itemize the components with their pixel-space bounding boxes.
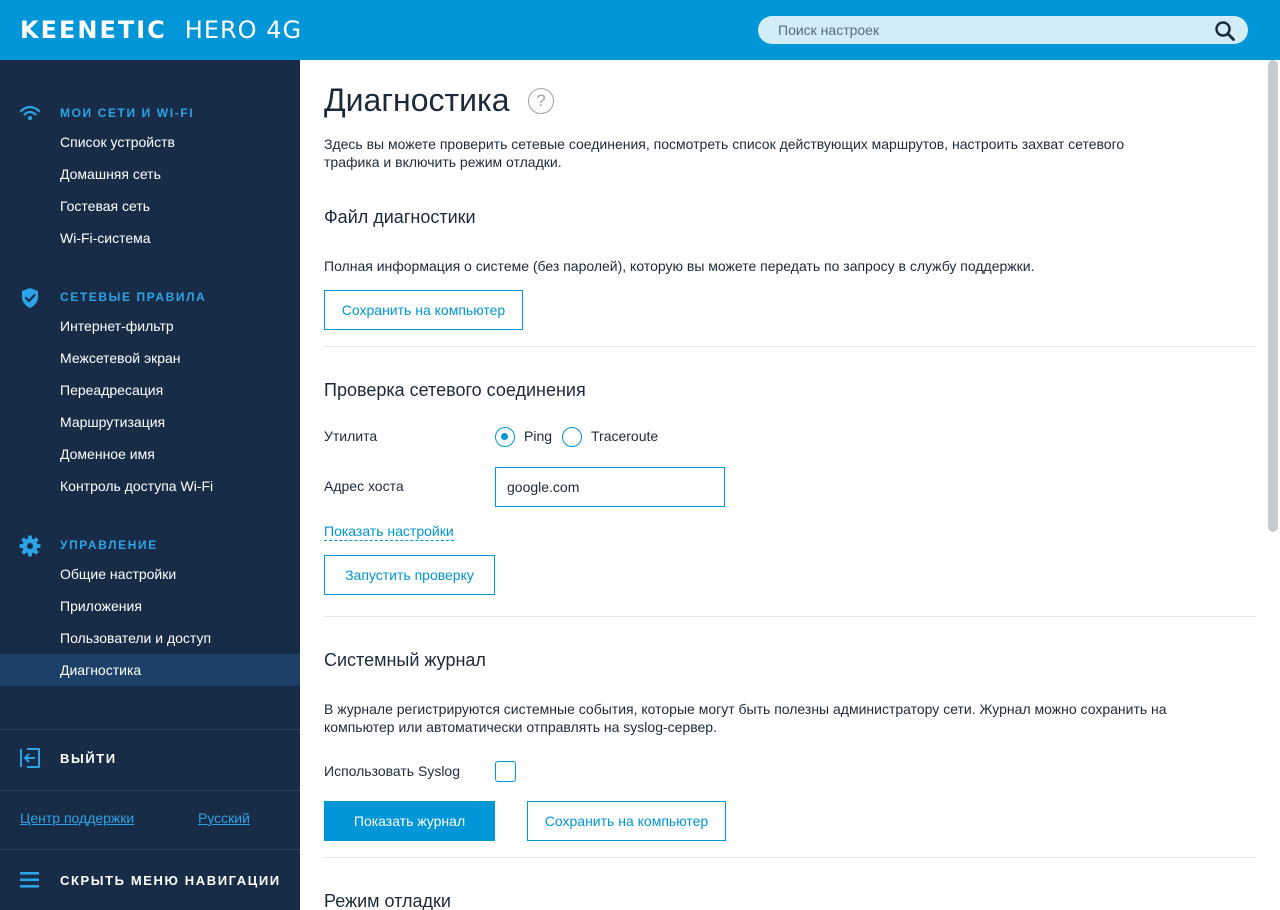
help-icon[interactable]: ? bbox=[528, 88, 554, 114]
sidebar-item-wifi-system[interactable]: Wi-Fi-система bbox=[0, 222, 300, 254]
run-check-button[interactable]: Запустить проверку bbox=[324, 555, 495, 595]
logout-icon bbox=[20, 748, 40, 768]
hide-navigation-button[interactable]: СКРЫТЬ МЕНЮ НАВИГАЦИИ bbox=[0, 868, 300, 892]
sidebar: МОИ СЕТИ И WI-FI Список устройств Домашн… bbox=[0, 60, 300, 910]
traceroute-radio[interactable] bbox=[562, 427, 582, 447]
sidebar-item-diagnostics[interactable]: Диагностика bbox=[0, 654, 300, 686]
sidebar-divider bbox=[0, 849, 300, 850]
section-title: СЕТЕВЫЕ ПРАВИЛА bbox=[60, 290, 207, 304]
diag-file-description: Полная информация о системе (без паролей… bbox=[324, 258, 1035, 274]
section-title-conn-check: Проверка сетевого соединения bbox=[324, 380, 586, 400]
support-center-link[interactable]: Центр поддержки bbox=[20, 810, 134, 826]
section-title-syslog: Системный журнал bbox=[324, 650, 486, 670]
sidebar-item-wifi-access-control[interactable]: Контроль доступа Wi-Fi bbox=[0, 470, 300, 502]
section-title: УПРАВЛЕНИЕ bbox=[60, 538, 158, 552]
language-link[interactable]: Русский bbox=[198, 810, 250, 826]
wifi-icon bbox=[19, 105, 41, 120]
main-content: Диагностика ? Здесь вы можете проверить … bbox=[300, 60, 1280, 910]
page-title: Диагностика bbox=[324, 82, 510, 118]
brand-name: KEENETIC bbox=[20, 16, 167, 44]
logout-label: ВЫЙТИ bbox=[60, 751, 117, 766]
host-address-input[interactable] bbox=[495, 467, 725, 507]
sidebar-item-port-forwarding[interactable]: Переадресация bbox=[0, 374, 300, 406]
shield-icon bbox=[22, 288, 38, 308]
sidebar-item-guest-network[interactable]: Гостевая сеть bbox=[0, 190, 300, 222]
show-log-button[interactable]: Показать журнал bbox=[324, 801, 495, 841]
section-title-diag-file: Файл диагностики bbox=[324, 207, 476, 227]
traceroute-radio-label[interactable]: Traceroute bbox=[591, 428, 658, 444]
gear-icon bbox=[19, 535, 41, 557]
keenetic-logo[interactable]: KEENETIC HERO 4G bbox=[20, 16, 302, 44]
sidebar-divider bbox=[0, 790, 300, 791]
sidebar-divider bbox=[0, 729, 300, 730]
save-log-button[interactable]: Сохранить на компьютер bbox=[527, 801, 726, 841]
page-intro: Здесь вы можете проверить сетевые соедин… bbox=[324, 136, 1125, 170]
sidebar-item-routing[interactable]: Маршрутизация bbox=[0, 406, 300, 438]
section-title-debug: Режим отладки bbox=[324, 891, 451, 910]
sidebar-item-device-list[interactable]: Список устройств bbox=[0, 126, 300, 158]
model-name: HERO 4G bbox=[184, 16, 303, 44]
logout-button[interactable]: ВЫЙТИ bbox=[0, 747, 300, 771]
sidebar-item-general-settings[interactable]: Общие настройки bbox=[0, 558, 300, 590]
hamburger-menu-icon bbox=[20, 872, 39, 888]
section-divider bbox=[324, 346, 1256, 347]
show-settings-link[interactable]: Показать настройки bbox=[324, 522, 454, 541]
use-syslog-label: Использовать Syslog bbox=[324, 763, 461, 779]
save-diag-file-button[interactable]: Сохранить на компьютер bbox=[324, 290, 523, 330]
search-input[interactable] bbox=[758, 16, 1198, 44]
search-icon[interactable] bbox=[1214, 20, 1236, 42]
section-divider bbox=[324, 857, 1256, 858]
sidebar-item-users-access[interactable]: Пользователи и доступ bbox=[0, 622, 300, 654]
top-bar: KEENETIC HERO 4G bbox=[0, 0, 1280, 60]
search-box bbox=[758, 16, 1248, 44]
hide-navigation-label: СКРЫТЬ МЕНЮ НАВИГАЦИИ bbox=[60, 873, 281, 888]
sidebar-item-home-network[interactable]: Домашняя сеть bbox=[0, 158, 300, 190]
sidebar-item-domain-name[interactable]: Доменное имя bbox=[0, 438, 300, 470]
section-management[interactable]: УПРАВЛЕНИЕ bbox=[0, 535, 300, 557]
host-address-label: Адрес хоста bbox=[324, 478, 404, 494]
section-my-networks[interactable]: МОИ СЕТИ И WI-FI bbox=[0, 103, 300, 125]
sidebar-item-firewall[interactable]: Межсетевой экран bbox=[0, 342, 300, 374]
sidebar-item-applications[interactable]: Приложения bbox=[0, 590, 300, 622]
use-syslog-checkbox[interactable] bbox=[495, 761, 516, 782]
ping-radio-label[interactable]: Ping bbox=[524, 428, 552, 444]
main-scrollbar[interactable] bbox=[1268, 60, 1278, 532]
section-title: МОИ СЕТИ И WI-FI bbox=[60, 106, 195, 120]
syslog-description: В журнале регистрируются системные событ… bbox=[324, 701, 1167, 735]
section-network-rules[interactable]: СЕТЕВЫЕ ПРАВИЛА bbox=[0, 287, 300, 309]
sidebar-item-internet-filter[interactable]: Интернет-фильтр bbox=[0, 310, 300, 342]
section-divider bbox=[324, 616, 1256, 617]
ping-radio[interactable] bbox=[495, 427, 515, 447]
utility-label: Утилита bbox=[324, 428, 378, 444]
